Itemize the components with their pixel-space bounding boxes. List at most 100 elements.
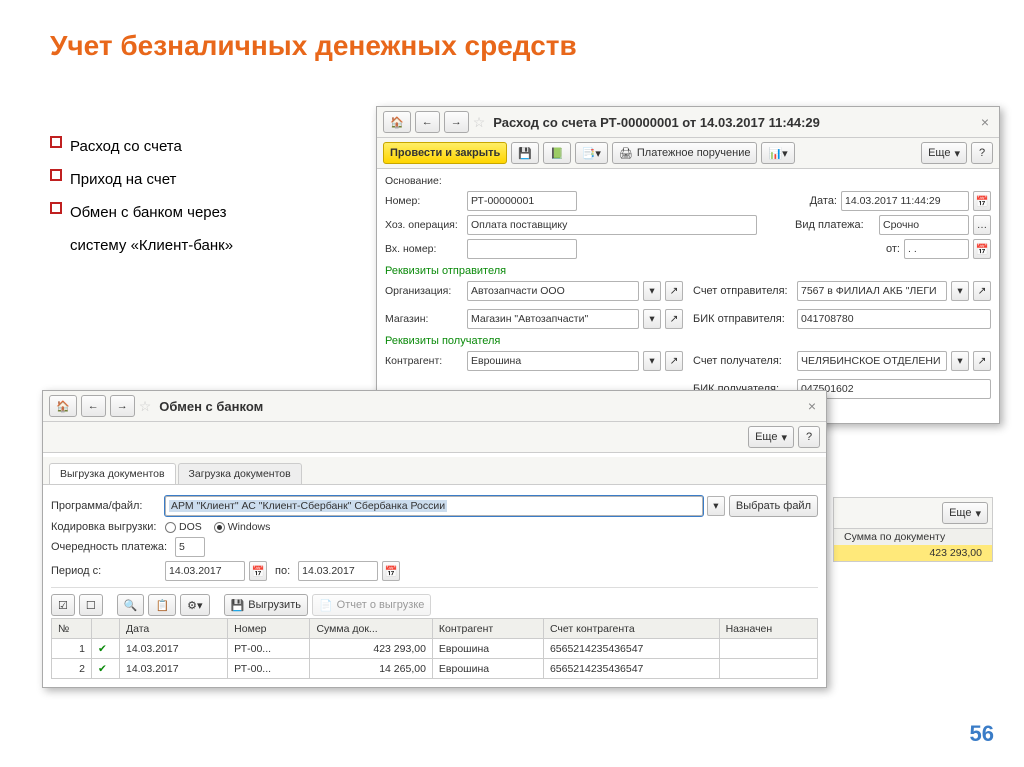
sender-bik-field: 041708780 — [797, 309, 991, 329]
th-account[interactable]: Счет контрагента — [543, 619, 719, 639]
post-and-close-button[interactable]: Провести и закрыть — [383, 142, 507, 164]
export-button[interactable]: 💾 Выгрузить — [224, 594, 308, 616]
dropdown-icon[interactable]: ▾ — [643, 309, 661, 329]
slide-title: Учет безналичных денежных средств — [0, 0, 1024, 82]
th-date[interactable]: Дата — [120, 619, 228, 639]
home-button[interactable]: 🏠 — [383, 111, 411, 133]
close-button[interactable]: × — [804, 398, 820, 414]
window-bank-exchange: 🏠 ← → ☆ Обмен с банком × Еще▾ ? Выгрузка… — [42, 390, 827, 688]
label-shop: Магазин: — [385, 313, 463, 325]
window-expense: 🏠 ← → ☆ Расход со счета РТ-00000001 от 1… — [376, 106, 1000, 424]
documents-table: № Дата Номер Сумма док... Контрагент Сче… — [51, 618, 818, 679]
check-icon[interactable]: ✔ — [92, 659, 120, 679]
th-sum[interactable]: Сумма док... — [310, 619, 432, 639]
operation-field[interactable]: Оплата поставщику — [467, 215, 757, 235]
window-title: Обмен с банком — [159, 399, 263, 414]
open-icon[interactable]: ↗ — [665, 351, 683, 371]
table-row[interactable]: 2 ✔ 14.03.2017 РТ-00... 14 265,00 Евроши… — [52, 659, 818, 679]
home-button[interactable]: 🏠 — [49, 395, 77, 417]
label-operation: Хоз. операция: — [385, 219, 463, 231]
dropdown-icon[interactable]: ▾ — [951, 351, 969, 371]
post-button[interactable]: 📗 — [543, 142, 571, 164]
bullet-list: Расход со счета Приход на счет Обмен с б… — [50, 130, 270, 262]
forward-button[interactable]: → — [444, 111, 469, 133]
save-button[interactable]: 💾 — [511, 142, 539, 164]
th-num[interactable]: № — [52, 619, 92, 639]
period-from-field[interactable]: 14.03.2017 — [165, 561, 245, 581]
th-contractor[interactable]: Контрагент — [432, 619, 543, 639]
date-field[interactable]: 14.03.2017 11:44:29 — [841, 191, 969, 211]
help-button[interactable]: ? — [971, 142, 993, 164]
bullet-text: Приход на счет — [70, 163, 176, 196]
back-button[interactable]: ← — [81, 395, 106, 417]
forward-button[interactable]: → — [110, 395, 135, 417]
more-button-2[interactable]: Еще▾ — [942, 502, 988, 524]
dropdown-icon[interactable]: ▾ — [951, 281, 969, 301]
tab-import[interactable]: Загрузка документов — [178, 463, 302, 484]
sum-header: Сумма по документу — [834, 529, 992, 545]
dropdown-icon[interactable]: ▾ — [643, 351, 661, 371]
bullet-icon — [50, 202, 62, 214]
priority-field[interactable]: 5 — [175, 537, 205, 557]
organization-field[interactable]: Автозапчасти ООО — [467, 281, 639, 301]
label-org: Организация: — [385, 285, 463, 297]
radio-windows[interactable]: Windows — [214, 521, 271, 533]
number-field[interactable]: РТ-00000001 — [467, 191, 577, 211]
open-icon[interactable]: ↗ — [973, 351, 991, 371]
calendar-icon[interactable]: 📅 — [382, 561, 400, 581]
select-icon[interactable]: … — [973, 215, 991, 235]
pick-file-button[interactable]: Выбрать файл — [729, 495, 818, 517]
table-row[interactable]: 1 ✔ 14.03.2017 РТ-00... 423 293,00 Еврош… — [52, 639, 818, 659]
shop-field[interactable]: Магазин "Автозапчасти" — [467, 309, 639, 329]
export-report-button[interactable]: 📄 Отчет о выгрузке — [312, 594, 431, 616]
open-icon[interactable]: ↗ — [665, 309, 683, 329]
bullet-icon — [50, 169, 62, 181]
favorite-star-icon[interactable]: ☆ — [139, 398, 152, 415]
check-all-button[interactable]: ☑ — [51, 594, 75, 616]
calendar-icon[interactable]: 📅 — [973, 191, 991, 211]
tab-export[interactable]: Выгрузка документов — [49, 463, 176, 484]
settings-button[interactable]: ⚙▾ — [180, 594, 209, 616]
more-button[interactable]: Еще▾ — [921, 142, 967, 164]
in-number-field[interactable] — [467, 239, 577, 259]
refresh-button[interactable]: 🔍 — [117, 594, 145, 616]
back-button[interactable]: ← — [415, 111, 440, 133]
contractor-field[interactable]: Еврошина — [467, 351, 639, 371]
page-number: 56 — [970, 721, 994, 747]
dropdown-icon[interactable]: ▾ — [707, 496, 725, 516]
more-button[interactable]: Еще▾ — [748, 426, 794, 448]
filter-button[interactable]: 📋 — [148, 594, 176, 616]
label-in-number: Вх. номер: — [385, 243, 463, 255]
in-date-field[interactable]: . . — [904, 239, 969, 259]
th-purpose[interactable]: Назначен — [719, 619, 817, 639]
window-title: Расход со счета РТ-00000001 от 14.03.201… — [493, 115, 820, 130]
print-payment-order-button[interactable]: 🖨 Платежное поручение — [612, 142, 758, 164]
calendar-icon[interactable]: 📅 — [249, 561, 267, 581]
report-button[interactable]: 📊▾ — [761, 142, 794, 164]
sender-account-field[interactable]: 7567 в ФИЛИАЛ АКБ "ЛЕГИ — [797, 281, 947, 301]
label-date: Дата: — [810, 195, 837, 207]
uncheck-all-button[interactable]: ☐ — [79, 594, 103, 616]
label-period-to: по: — [275, 565, 290, 577]
label-priority: Очередность платежа: — [51, 541, 171, 553]
help-button[interactable]: ? — [798, 426, 820, 448]
label-sender-bik: БИК отправителя: — [693, 313, 793, 325]
favorite-star-icon[interactable]: ☆ — [473, 114, 486, 131]
th-number[interactable]: Номер — [228, 619, 310, 639]
open-icon[interactable]: ↗ — [665, 281, 683, 301]
period-to-field[interactable]: 14.03.2017 — [298, 561, 378, 581]
dt-kt-button[interactable]: 📑▾ — [575, 142, 608, 164]
recipient-account-field[interactable]: ЧЕЛЯБИНСКОЕ ОТДЕЛЕНИ — [797, 351, 947, 371]
dropdown-icon[interactable]: ▾ — [643, 281, 661, 301]
calendar-icon[interactable]: 📅 — [973, 239, 991, 259]
check-icon[interactable]: ✔ — [92, 639, 120, 659]
close-button[interactable]: × — [977, 114, 993, 130]
label-period-from: Период с: — [51, 565, 161, 577]
open-icon[interactable]: ↗ — [973, 281, 991, 301]
label-encoding: Кодировка выгрузки: — [51, 521, 161, 533]
program-field[interactable]: АРМ "Клиент" АС "Клиент-Сбербанк" Сберба… — [165, 496, 703, 516]
payment-type-field[interactable]: Срочно — [879, 215, 969, 235]
label-sender-account: Счет отправителя: — [693, 285, 793, 297]
radio-dos[interactable]: DOS — [165, 521, 202, 533]
th-check[interactable] — [92, 619, 120, 639]
